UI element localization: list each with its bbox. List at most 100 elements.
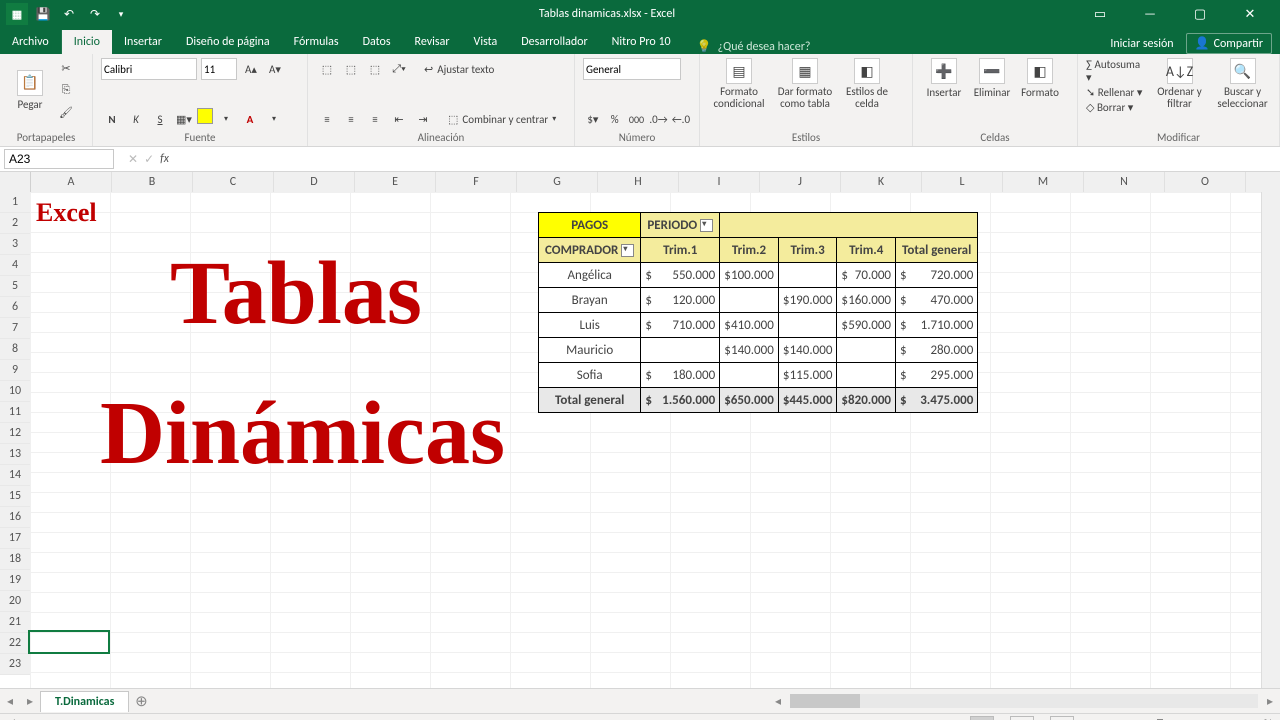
row-header[interactable]: 10 [0,381,30,402]
orientation-icon[interactable]: ⤢▾ [388,58,410,80]
indent-dec-icon[interactable]: ⇤ [388,108,410,130]
sheet-nav-prev[interactable]: ◂ [0,694,20,709]
col-header[interactable]: B [112,172,193,192]
tab-revisar[interactable]: Revisar [403,30,462,54]
col-header[interactable]: G [517,172,598,192]
row-header[interactable]: 2 [0,213,30,234]
col-header[interactable]: O [1165,172,1246,192]
tab-inicio[interactable]: Inicio [62,30,112,54]
tab-vista[interactable]: Vista [462,30,510,54]
tab-desarrollador[interactable]: Desarrollador [509,30,599,54]
tab-formulas[interactable]: Fórmulas [282,30,351,54]
h-scroll-area[interactable]: ◂ ▸ [768,688,1280,713]
sign-in[interactable]: Iniciar sesión [1110,37,1173,51]
vertical-scrollbar[interactable] [1261,192,1280,688]
view-normal-icon[interactable] [970,716,994,720]
autosum-button[interactable]: ∑ Autosuma ▾ [1086,58,1145,84]
add-sheet-button[interactable]: ⊕ [129,692,153,711]
dec-decimal-icon[interactable]: ←.0 [671,108,691,130]
col-header[interactable]: J [760,172,841,192]
clear-button[interactable]: ◇ Borrar ▾ [1086,101,1145,114]
currency-icon[interactable]: $▾ [583,108,603,130]
row-header[interactable]: 5 [0,276,30,297]
find-button[interactable]: 🔍Buscar y seleccionar [1214,58,1271,110]
enter-formula-icon[interactable]: ✓ [144,152,154,167]
minimize-button[interactable]: — [1132,7,1168,22]
font-size[interactable] [201,58,237,80]
tab-file[interactable]: Archivo [0,30,62,54]
cut-icon[interactable]: ✂ [56,58,76,78]
formula-bar[interactable] [175,149,1280,169]
col-header[interactable]: H [598,172,679,192]
row-header[interactable]: 16 [0,507,30,528]
fill-button[interactable]: ➘ Rellenar ▾ [1086,86,1145,99]
insert-button[interactable]: ➕Insertar [921,58,967,99]
ribbon-options-icon[interactable]: ▭ [1082,7,1118,22]
col-header[interactable]: E [355,172,436,192]
align-center-icon[interactable]: ≡ [340,108,362,130]
paste-button[interactable]: 📋 Pegar [8,70,52,111]
align-top-icon[interactable]: ⬚ [316,58,338,80]
tell-me[interactable]: 💡¿Qué desea hacer? [697,39,811,54]
pivot-periodo[interactable]: PERIODO [641,213,720,238]
row-header[interactable]: 20 [0,591,30,612]
close-button[interactable]: ✕ [1232,7,1268,22]
row-header[interactable]: 14 [0,465,30,486]
align-right-icon[interactable]: ≡ [364,108,386,130]
row-header[interactable]: 17 [0,528,30,549]
undo-icon[interactable]: ↶ [58,3,80,25]
row-header[interactable]: 12 [0,423,30,444]
cells-area[interactable]: Excel Tablas Dinámicas PAGOSPERIODOCOMPR… [30,192,1262,688]
row-header[interactable]: 18 [0,549,30,570]
cancel-formula-icon[interactable]: ✕ [128,152,138,167]
underline-button[interactable]: S [149,108,171,130]
wrap-text-button[interactable]: ↩Ajustar texto [424,63,494,76]
align-middle-icon[interactable]: ⬚ [340,58,362,80]
fill-color-icon[interactable] [197,108,213,124]
col-header[interactable]: C [193,172,274,192]
col-header[interactable]: A [31,172,112,192]
indent-inc-icon[interactable]: ⇥ [412,108,434,130]
row-header[interactable]: 4 [0,255,30,276]
row-header[interactable]: 22 [0,633,30,654]
merge-button[interactable]: ⬚Combinar y centrar▾ [448,113,556,126]
copy-icon[interactable]: ⎘ [56,80,76,100]
row-header[interactable]: 11 [0,402,30,423]
sort-filter-button[interactable]: A↓ZOrdenar y filtrar [1155,58,1204,110]
row-header[interactable]: 21 [0,612,30,633]
inc-decimal-icon[interactable]: .0→ [648,108,668,130]
align-left-icon[interactable]: ≡ [316,108,338,130]
fx-icon[interactable]: fx [160,152,169,166]
bold-button[interactable]: N [101,108,123,130]
select-all-corner[interactable] [0,172,31,192]
name-box[interactable] [4,149,114,169]
col-header[interactable]: F [436,172,517,192]
row-header[interactable]: 6 [0,297,30,318]
conditional-format-button[interactable]: ▤Formato condicional [708,58,770,110]
maximize-button[interactable]: ▢ [1182,7,1218,22]
tab-diseno[interactable]: Diseño de página [174,30,282,54]
fill-color-dropdown[interactable]: ▾ [215,108,237,130]
share-button[interactable]: 👤Compartir [1186,33,1272,54]
row-header[interactable]: 8 [0,339,30,360]
qat-dropdown-icon[interactable]: ▾ [110,3,132,25]
row-header[interactable]: 1 [0,192,30,213]
row-header[interactable]: 13 [0,444,30,465]
col-header[interactable]: K [841,172,922,192]
col-header[interactable]: M [1003,172,1084,192]
font-color-icon[interactable]: A [239,108,261,130]
save-icon[interactable]: 💾 [32,3,54,25]
shrink-font-icon[interactable]: A▾ [265,59,285,79]
number-format[interactable] [583,58,681,80]
col-header[interactable]: I [679,172,760,192]
percent-icon[interactable]: % [605,108,625,130]
tab-datos[interactable]: Datos [351,30,403,54]
sheet-nav-next[interactable]: ▸ [20,694,40,709]
col-header[interactable]: L [922,172,1003,192]
row-header[interactable]: 23 [0,654,30,675]
tab-nitro[interactable]: Nitro Pro 10 [600,30,683,54]
row-header[interactable]: 9 [0,360,30,381]
font-name[interactable] [101,58,197,80]
col-header[interactable]: N [1084,172,1165,192]
border-icon[interactable]: ▦▾ [173,108,195,130]
